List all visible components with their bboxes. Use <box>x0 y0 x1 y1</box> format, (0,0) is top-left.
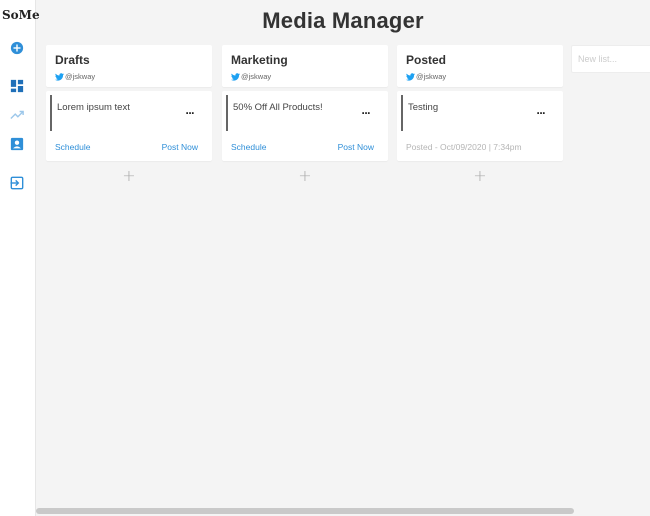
post-now-link[interactable]: Post Now <box>162 142 198 152</box>
portrait-icon[interactable] <box>10 137 24 151</box>
post-now-link[interactable]: Post Now <box>338 142 374 152</box>
list-posted: Posted @jskway Testing ... Posted - Oct/… <box>397 45 563 185</box>
app-logo: SoMe <box>2 8 40 22</box>
schedule-link[interactable]: Schedule <box>55 142 90 152</box>
sidebar: SoMe <box>0 0 40 516</box>
add-card-button[interactable]: + <box>222 166 388 185</box>
card-menu-button[interactable]: ... <box>361 104 370 116</box>
card-menu-button[interactable]: ... <box>536 104 545 116</box>
card-actions: Schedule Post Now <box>55 142 198 152</box>
card-actions: Schedule Post Now <box>231 142 374 152</box>
list-title: Drafts <box>55 53 90 67</box>
handle-text: @jskway <box>241 72 272 81</box>
logout-icon[interactable] <box>10 176 24 190</box>
main-content: Media Manager Drafts @jskway Lorem ipsum… <box>36 0 650 516</box>
card-accent-bar <box>50 95 52 131</box>
post-text: Testing <box>408 102 439 113</box>
list-title: Marketing <box>231 53 288 67</box>
add-circle-icon[interactable] <box>10 41 24 55</box>
handle-text: @jskway <box>416 72 447 81</box>
twitter-icon <box>231 72 240 81</box>
card-accent-bar <box>401 95 403 131</box>
horizontal-scrollbar[interactable] <box>36 508 574 514</box>
schedule-link[interactable]: Schedule <box>231 142 266 152</box>
post-card[interactable]: Testing ... Posted - Oct/09/2020 | 7:34p… <box>397 91 563 161</box>
posted-timestamp: Posted - Oct/09/2020 | 7:34pm <box>406 142 522 152</box>
add-card-button[interactable]: + <box>397 166 563 185</box>
twitter-icon <box>55 72 64 81</box>
list-header: Marketing @jskway <box>222 45 388 87</box>
account-handle: @jskway <box>231 72 379 81</box>
list-title: Posted <box>406 53 447 67</box>
card-actions: Posted - Oct/09/2020 | 7:34pm <box>406 142 549 152</box>
list-header: Posted @jskway <box>397 45 563 87</box>
account-handle: @jskway <box>55 72 203 81</box>
post-card[interactable]: 50% Off All Products! ... Schedule Post … <box>222 91 388 161</box>
list-marketing: Marketing @jskway 50% Off All Products! … <box>222 45 388 185</box>
post-card[interactable]: Lorem ipsum text ... Schedule Post Now <box>46 91 212 161</box>
post-text: Lorem ipsum text <box>57 102 130 113</box>
analytics-icon[interactable] <box>10 108 24 122</box>
card-menu-button[interactable]: ... <box>185 104 194 116</box>
page-title: Media Manager <box>262 8 424 33</box>
dashboard-icon[interactable] <box>10 79 24 93</box>
post-text: 50% Off All Products! <box>233 102 323 113</box>
add-card-button[interactable]: + <box>46 166 212 185</box>
card-accent-bar <box>226 95 228 131</box>
new-list-input[interactable] <box>571 45 650 73</box>
list-drafts: Drafts @jskway Lorem ipsum text ... Sche… <box>46 45 212 185</box>
account-handle: @jskway <box>406 72 554 81</box>
twitter-icon <box>406 72 415 81</box>
handle-text: @jskway <box>65 72 96 81</box>
list-header: Drafts @jskway <box>46 45 212 87</box>
